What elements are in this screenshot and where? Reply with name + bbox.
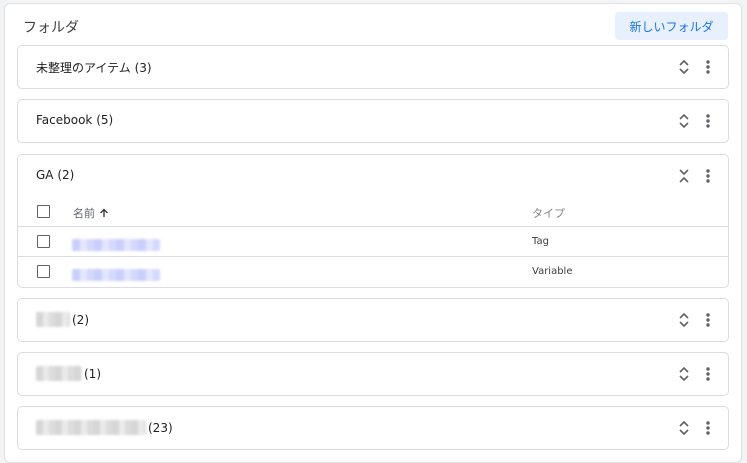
- item-name-link[interactable]: [72, 236, 160, 255]
- folder-items-table: 名前 タイプ Tag Variable: [18, 197, 728, 287]
- folder-card-redacted-2: (1): [17, 352, 729, 396]
- item-name-link[interactable]: [72, 266, 160, 285]
- new-folder-button[interactable]: 新しいフォルダ: [615, 12, 728, 40]
- folder-card-facebook: Facebook (5): [17, 99, 729, 143]
- expand-icon[interactable]: [676, 311, 692, 329]
- column-header-name[interactable]: 名前: [73, 205, 109, 221]
- expand-icon[interactable]: [676, 365, 692, 383]
- folder-card-unfiled: 未整理のアイテム (3): [17, 45, 729, 89]
- more-vert-icon[interactable]: [702, 58, 714, 76]
- column-header-type[interactable]: タイプ: [532, 205, 565, 221]
- table-row: Tag: [18, 227, 728, 257]
- item-type: Variable: [532, 266, 573, 277]
- table-row: Variable: [18, 257, 728, 287]
- folder-header[interactable]: (2): [18, 299, 728, 341]
- row-checkbox[interactable]: [37, 265, 50, 278]
- expand-icon[interactable]: [676, 419, 692, 437]
- more-vert-icon[interactable]: [702, 311, 714, 329]
- arrow-up-icon: [100, 208, 108, 217]
- redacted-text: [36, 312, 70, 327]
- folder-card-redacted-3: (23): [17, 406, 729, 450]
- folder-count: (2): [72, 312, 89, 327]
- folder-name: (2): [36, 312, 89, 327]
- folder-card-redacted-1: (2): [17, 298, 729, 342]
- folder-name: GA (2): [36, 168, 75, 182]
- column-header-name-label: 名前: [73, 207, 95, 220]
- folder-count: (1): [84, 366, 101, 381]
- item-type: Tag: [532, 236, 549, 247]
- folder-header[interactable]: (1): [18, 353, 728, 395]
- folder-header[interactable]: 未整理のアイテム (3): [18, 46, 728, 88]
- folder-header[interactable]: Facebook (5): [18, 100, 728, 142]
- folder-card-ga: GA (2) 名前 タイプ Tag Variable: [17, 154, 729, 288]
- more-vert-icon[interactable]: [702, 419, 714, 437]
- folder-header[interactable]: GA (2): [18, 155, 728, 197]
- folder-name: 未整理のアイテム (3): [36, 61, 152, 75]
- redacted-text: [36, 366, 82, 381]
- expand-icon[interactable]: [676, 58, 692, 76]
- more-vert-icon[interactable]: [702, 365, 714, 383]
- collapse-icon[interactable]: [676, 167, 692, 185]
- folder-count: (23): [148, 420, 173, 435]
- more-vert-icon[interactable]: [702, 167, 714, 185]
- folders-panel: フォルダ 新しいフォルダ 未整理のアイテム (3) Facebook (5) G…: [4, 3, 742, 463]
- table-header: 名前 タイプ: [18, 197, 728, 227]
- redacted-text: [36, 420, 146, 435]
- folder-header[interactable]: (23): [18, 407, 728, 449]
- select-all-checkbox[interactable]: [37, 205, 50, 218]
- page-title: フォルダ: [23, 20, 79, 36]
- expand-icon[interactable]: [676, 112, 692, 130]
- folder-name: Facebook (5): [36, 113, 114, 127]
- folder-name: (23): [36, 420, 173, 435]
- row-checkbox[interactable]: [37, 235, 50, 248]
- more-vert-icon[interactable]: [702, 112, 714, 130]
- folder-name: (1): [36, 366, 101, 381]
